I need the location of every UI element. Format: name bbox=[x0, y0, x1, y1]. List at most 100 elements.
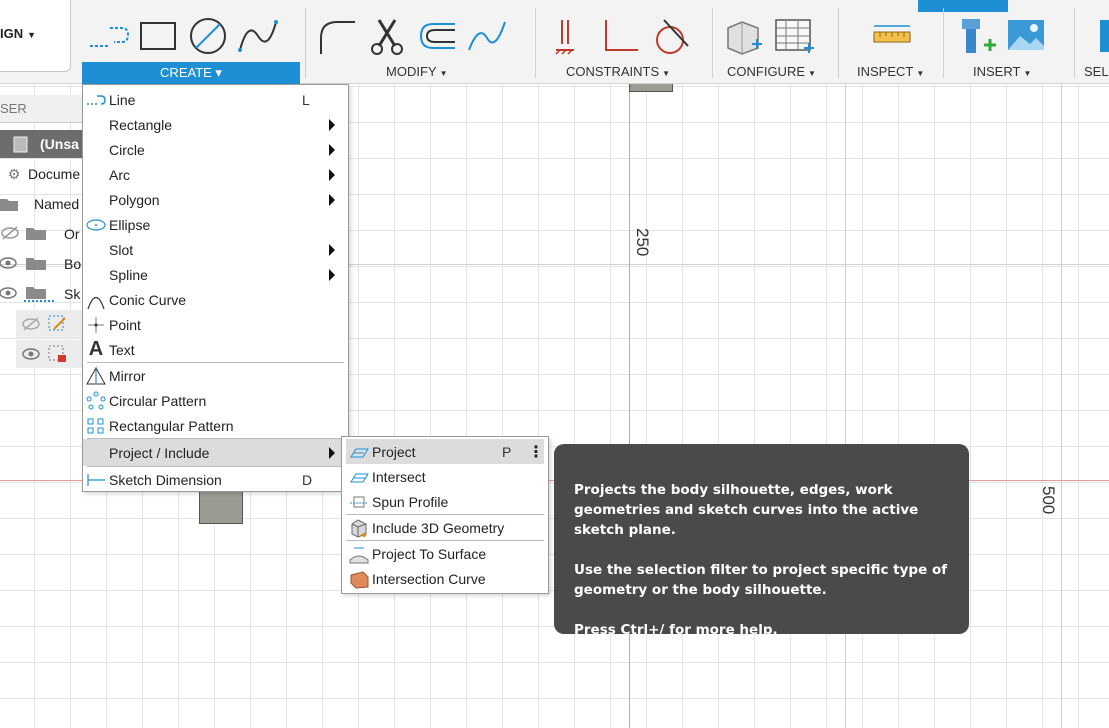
browser-item-origin[interactable]: Or bbox=[0, 220, 80, 248]
submenu-arrow-icon bbox=[329, 193, 335, 206]
eye-hidden-icon[interactable] bbox=[16, 317, 46, 331]
sketch-folder-icon bbox=[24, 284, 64, 305]
measure-icon[interactable] bbox=[870, 14, 914, 58]
browser-root-node[interactable]: (Unsa bbox=[0, 130, 82, 158]
workspace-switcher-button[interactable]: IGN ▼ bbox=[0, 0, 71, 72]
configure-menu-button[interactable]: CONFIGURE ▼ bbox=[727, 64, 816, 79]
spun-profile-icon bbox=[346, 489, 372, 514]
menu-item-ellipse[interactable]: Ellipse bbox=[83, 212, 348, 237]
menu-item-line[interactable]: Line L bbox=[83, 87, 348, 112]
intersect-icon bbox=[346, 464, 372, 489]
tooltip-description: Projects the body silhouette, edges, wor… bbox=[574, 482, 919, 538]
sketch-locked-icon bbox=[46, 343, 68, 366]
include-3d-geometry-icon bbox=[346, 515, 372, 540]
dimension-label-250: 250 bbox=[633, 228, 652, 257]
menu-item-sketch-dimension[interactable]: Sketch Dimension D bbox=[83, 467, 348, 492]
offset-tool-icon[interactable] bbox=[415, 14, 459, 58]
eye-hidden-icon[interactable] bbox=[0, 225, 24, 243]
rectangular-pattern-icon bbox=[83, 413, 109, 438]
more-options-icon[interactable]: ⋮ bbox=[528, 442, 544, 462]
eye-icon[interactable] bbox=[16, 347, 46, 361]
submenu-arrow-icon bbox=[329, 446, 335, 459]
line-tool-icon[interactable] bbox=[86, 14, 130, 58]
document-icon bbox=[0, 134, 40, 154]
trim-tool-icon[interactable] bbox=[365, 14, 409, 58]
configuration-table-icon[interactable] bbox=[772, 14, 816, 58]
menu-item-point[interactable]: Point bbox=[83, 312, 348, 337]
folder-icon bbox=[0, 196, 34, 212]
submenu-arrow-icon bbox=[329, 168, 335, 181]
tab-sketch-active[interactable] bbox=[918, 0, 1008, 12]
conic-curve-icon bbox=[83, 287, 109, 312]
perpendicular-constraint-icon[interactable] bbox=[598, 14, 642, 58]
browser-item-named-views[interactable]: Named bbox=[0, 190, 79, 218]
browser-item-bodies[interactable]: Bo bbox=[0, 250, 81, 278]
browser-panel: SER (Unsa ⚙ Docume Named Or Bo Sk bbox=[0, 95, 82, 375]
menu-item-circular-pattern[interactable]: Circular Pattern bbox=[83, 388, 348, 413]
menu-item-project[interactable]: Project P ⋮ bbox=[346, 439, 544, 464]
rectangle-tool-icon[interactable] bbox=[136, 14, 180, 58]
project-icon bbox=[346, 439, 372, 464]
browser-item-sketch-1[interactable] bbox=[16, 310, 82, 338]
sketch-edit-icon bbox=[46, 313, 68, 336]
menu-item-conic-curve[interactable]: Conic Curve bbox=[83, 287, 348, 312]
fix-constraint-icon[interactable] bbox=[548, 14, 592, 58]
menu-item-intersect[interactable]: Intersect bbox=[346, 464, 544, 489]
eye-icon[interactable] bbox=[0, 286, 24, 303]
create-menu-button[interactable]: CREATE ▾ bbox=[82, 62, 300, 84]
ellipse-icon bbox=[83, 212, 109, 237]
submenu-arrow-icon bbox=[329, 118, 335, 131]
insert-canvas-icon[interactable] bbox=[1004, 14, 1048, 58]
menu-item-spun-profile[interactable]: Spun Profile bbox=[346, 489, 544, 514]
eye-icon[interactable] bbox=[0, 256, 24, 273]
project-tooltip: Projects the body silhouette, edges, wor… bbox=[554, 444, 969, 638]
folder-icon bbox=[24, 225, 64, 244]
spline-tool-icon[interactable] bbox=[236, 14, 280, 58]
menu-item-include-3d-geometry[interactable]: Include 3D Geometry bbox=[346, 515, 544, 540]
menu-item-rectangle[interactable]: Rectangle bbox=[83, 112, 348, 137]
select-menu-button[interactable]: SEL bbox=[1084, 64, 1109, 79]
configure-model-icon[interactable] bbox=[722, 14, 766, 58]
menu-item-circle[interactable]: Circle bbox=[83, 137, 348, 162]
create-dropdown-menu: Line L Rectangle Circle Arc Polygon Elli… bbox=[82, 84, 349, 492]
menu-item-rectangular-pattern[interactable]: Rectangular Pattern bbox=[83, 413, 348, 438]
menu-item-project-to-surface[interactable]: Project To Surface bbox=[346, 541, 544, 566]
insert-mcmaster-icon[interactable] bbox=[954, 14, 998, 58]
folder-icon bbox=[24, 255, 64, 274]
text-icon: A bbox=[88, 338, 104, 360]
mirror-icon bbox=[83, 363, 109, 388]
break-tool-icon[interactable] bbox=[465, 14, 509, 58]
inspect-menu-button[interactable]: INSPECT ▼ bbox=[857, 64, 924, 79]
menu-item-text[interactable]: A Text bbox=[83, 337, 348, 362]
menu-item-spline[interactable]: Spline bbox=[83, 262, 348, 287]
intersection-curve-icon bbox=[346, 566, 372, 591]
menu-item-arc[interactable]: Arc bbox=[83, 162, 348, 187]
menu-item-intersection-curve[interactable]: Intersection Curve bbox=[346, 566, 544, 591]
menu-item-mirror[interactable]: Mirror bbox=[83, 363, 348, 388]
browser-header: SER bbox=[0, 95, 82, 123]
constraints-menu-button[interactable]: CONSTRAINTS ▼ bbox=[566, 64, 670, 79]
group-divider bbox=[712, 8, 713, 78]
sketch-body-top[interactable] bbox=[629, 84, 673, 92]
tangent-constraint-icon[interactable] bbox=[648, 14, 692, 58]
modify-menu-button[interactable]: MODIFY ▼ bbox=[386, 64, 447, 79]
project-to-surface-icon bbox=[346, 541, 372, 566]
submenu-arrow-icon bbox=[329, 143, 335, 156]
gear-icon: ⚙ bbox=[7, 165, 21, 182]
browser-item-sketch-2[interactable] bbox=[16, 340, 82, 368]
menu-item-project-include[interactable]: Project / Include bbox=[83, 439, 348, 466]
insert-menu-button[interactable]: INSERT ▼ bbox=[973, 64, 1031, 79]
circular-pattern-icon bbox=[83, 388, 109, 413]
select-icon[interactable] bbox=[1084, 14, 1109, 58]
menu-item-slot[interactable]: Slot bbox=[83, 237, 348, 262]
chevron-down-icon: ▼ bbox=[27, 30, 37, 40]
fillet-tool-icon[interactable] bbox=[315, 14, 359, 58]
browser-item-document-settings[interactable]: ⚙ Docume bbox=[0, 160, 80, 188]
menu-item-polygon[interactable]: Polygon bbox=[83, 187, 348, 212]
dimension-label-500: 500 bbox=[1039, 486, 1058, 515]
circle-tool-icon[interactable] bbox=[186, 14, 230, 58]
project-include-submenu: Project P ⋮ Intersect Spun Profile Inclu… bbox=[341, 436, 549, 594]
line-icon bbox=[83, 87, 109, 112]
group-divider bbox=[1074, 8, 1075, 78]
browser-item-sketches[interactable]: Sk bbox=[0, 280, 80, 308]
